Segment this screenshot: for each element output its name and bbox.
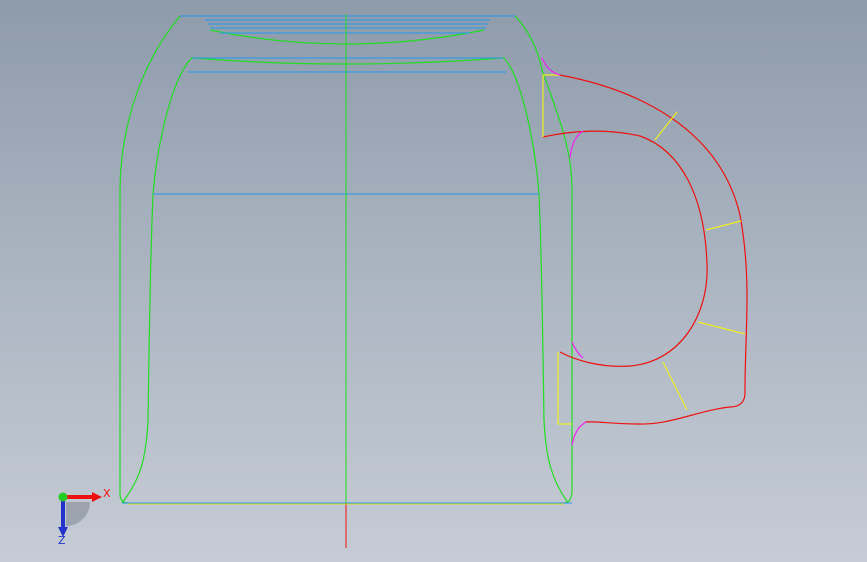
x-axis-arrow-icon <box>92 492 102 502</box>
triad-shadow <box>66 502 90 526</box>
handle-outer-curve <box>559 74 748 425</box>
coordinate-triad[interactable]: X Z <box>58 487 111 547</box>
fillet-top-outer <box>541 57 561 76</box>
inner-left-profile <box>121 56 194 504</box>
fillet-top-inner <box>569 130 584 159</box>
fillet-bottom-inner <box>571 341 584 359</box>
y-axis-origin-icon <box>58 492 68 502</box>
handle-cross-sections <box>542 74 746 425</box>
mug-sketch-drawing[interactable]: X Z <box>0 0 867 562</box>
outer-left-profile <box>119 15 181 504</box>
z-axis-label: Z <box>58 534 66 547</box>
inner-right-profile <box>502 56 569 504</box>
handle-inner-curve <box>542 130 708 367</box>
section-lines <box>122 15 572 504</box>
handle-section-1 <box>654 111 678 141</box>
mug-handle-path <box>542 74 748 425</box>
x-axis-label: X <box>103 487 111 500</box>
rim-lower-arc <box>209 29 485 45</box>
handle-fillets <box>541 57 587 446</box>
mug-body-inner-profile <box>121 29 569 504</box>
fillet-bottom-outer <box>571 421 587 446</box>
handle-section-4 <box>662 361 688 411</box>
handle-section-3 <box>697 321 746 335</box>
inner-top-arc <box>192 57 504 65</box>
cad-viewport[interactable]: X Z <box>0 0 867 562</box>
handle-section-2 <box>705 220 742 231</box>
